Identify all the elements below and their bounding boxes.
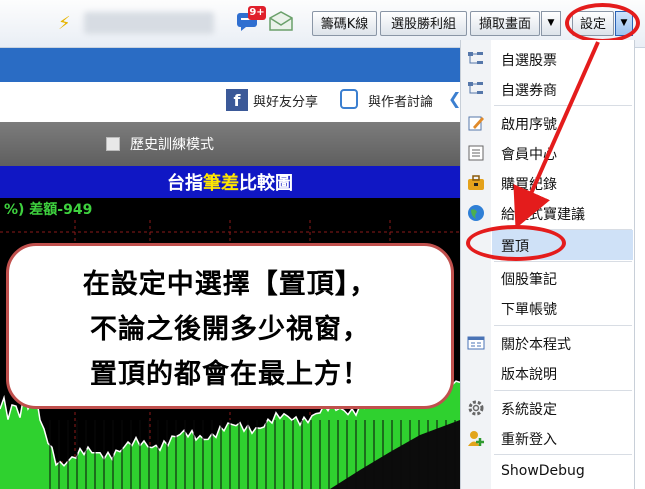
notification-badge: 9+: [248, 6, 266, 20]
menu-item-relogin[interactable]: 重新登入: [461, 423, 634, 453]
menu-item-stock-notes[interactable]: 個股筆記: [461, 263, 634, 293]
chat-bubble-icon[interactable]: [340, 89, 358, 109]
pin-highlight-circle: [466, 225, 566, 261]
menu-item-label: 購買紀錄: [501, 177, 557, 193]
history-mode-checkbox[interactable]: [106, 137, 120, 151]
menu-item-show-debug[interactable]: ShowDebug: [461, 457, 634, 487]
menu-separator: [494, 105, 632, 106]
gear-icon: [468, 400, 484, 416]
menu-item-label: 下單帳號: [501, 302, 557, 318]
user-add-icon: [468, 431, 484, 446]
stock-picker-button[interactable]: 選股勝利組: [380, 11, 467, 36]
menu-separator: [494, 390, 632, 391]
menu-item-version-notes[interactable]: 版本說明: [461, 358, 634, 388]
partial-icon: ❮: [448, 89, 462, 108]
menu-item-label: 給程式寶建議: [501, 207, 585, 223]
mail-icon[interactable]: [268, 10, 294, 32]
share-with-friends-link[interactable]: 與好友分享: [253, 91, 318, 110]
callout-line-3: 置頂的都會在最上方！: [90, 359, 370, 390]
menu-item-about[interactable]: 關於本程式: [461, 328, 634, 358]
discuss-with-author-link[interactable]: 與作者討論: [368, 91, 433, 110]
callout-line-1: 在設定中選擇【置頂】，: [82, 269, 378, 300]
blurred-account-field: [84, 12, 214, 34]
menu-item-label: 關於本程式: [501, 337, 571, 353]
history-bar: [0, 122, 460, 166]
menu-item-member-center[interactable]: 會員中心: [461, 138, 634, 168]
lightning-icon: ⚡: [58, 13, 71, 34]
menu-item-favorite-stocks[interactable]: 自選股票: [461, 44, 634, 74]
menu-item-favorite-brokers[interactable]: 自選券商: [461, 74, 634, 104]
menu-separator: [494, 454, 632, 455]
menu-item-activate-serial[interactable]: 啟用序號: [461, 108, 634, 138]
menu-item-label: 系統設定: [501, 402, 557, 418]
menu-separator: [494, 325, 632, 326]
menu-item-label: 自選股票: [501, 53, 557, 69]
briefcase-icon: [468, 175, 484, 190]
chart-title-highlight: 筆差: [203, 173, 239, 194]
menu-item-suggestions[interactable]: 給程式寶建議: [461, 198, 634, 228]
settings-highlight-circle: [565, 3, 640, 43]
diff-value-label: %) 差額-949: [4, 202, 93, 218]
menu-item-label: 重新登入: [501, 432, 557, 448]
menu-item-label: 啟用序號: [501, 117, 557, 133]
menu-item-label: 會員中心: [501, 147, 557, 163]
chart-title-part3: 比較圖: [239, 173, 293, 194]
menu-item-label: ShowDebug: [501, 463, 585, 479]
history-mode-label: 歷史訓練模式: [130, 137, 214, 153]
menu-item-label: 版本說明: [501, 367, 557, 383]
menu-item-label: 自選券商: [501, 83, 557, 99]
header-band: [0, 48, 460, 82]
screenshot-button[interactable]: 擷取畫面: [470, 11, 540, 36]
globe-icon: [468, 205, 484, 221]
chart-title: 台指筆差比較圖: [0, 169, 460, 195]
tree-icon: [468, 52, 483, 64]
edit-icon: [468, 116, 484, 131]
screenshot-dropdown-arrow[interactable]: ▼: [541, 11, 561, 36]
menu-separator: [494, 261, 632, 262]
menu-item-order-account[interactable]: 下單帳號: [461, 293, 634, 323]
chip-kline-button[interactable]: 籌碼K線: [312, 11, 377, 36]
window-icon: [467, 336, 485, 350]
chart-title-part1: 台指: [167, 173, 203, 194]
tree-icon: [468, 82, 483, 94]
menu-item-purchase-records[interactable]: 購買紀錄: [461, 168, 634, 198]
menu-item-label: 個股筆記: [501, 272, 557, 288]
facebook-icon[interactable]: f: [226, 89, 248, 111]
menu-item-system-settings[interactable]: 系統設定: [461, 393, 634, 423]
document-icon: [468, 145, 484, 161]
callout-line-2: 不論之後開多少視窗，: [90, 314, 370, 345]
